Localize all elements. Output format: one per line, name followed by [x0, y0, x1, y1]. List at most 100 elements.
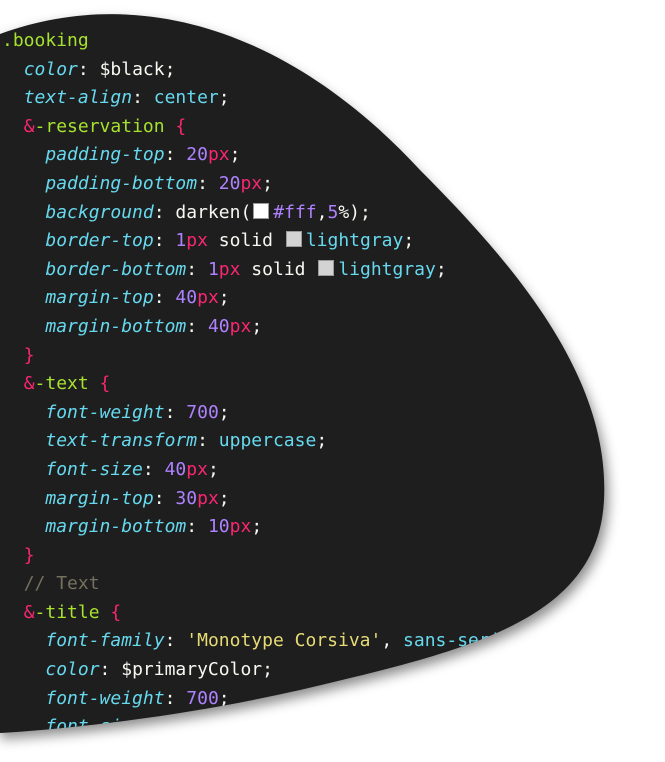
- code-token: px: [229, 315, 252, 337]
- code-token: color: [45, 659, 100, 681]
- code-token: font-weight: [45, 687, 165, 709]
- code-token: 40: [207, 315, 230, 337]
- code-token: 1: [175, 230, 187, 252]
- code-token: px: [218, 258, 241, 280]
- code-token: 30: [175, 487, 198, 509]
- code-token: px: [197, 287, 219, 309]
- code-line: font-weight: 700;: [2, 399, 522, 428]
- code-line: font-size: 40px;: [2, 456, 522, 485]
- code-token: :: [197, 430, 219, 452]
- code-token: // Text: [23, 573, 100, 595]
- code-token: center: [153, 87, 219, 109]
- code-token: }: [23, 344, 35, 366]
- code-token: text-align: [23, 87, 133, 109]
- code-token: -text: [34, 373, 89, 395]
- code-line: }: [2, 342, 522, 371]
- code-token: $primaryColor: [121, 659, 263, 681]
- code-token: ;: [218, 287, 230, 309]
- code-token: px: [229, 516, 252, 538]
- code-token: ,: [381, 630, 404, 652]
- code-token: ,: [316, 201, 328, 223]
- code-token: {: [99, 601, 122, 623]
- code-token: :: [153, 230, 176, 252]
- code-token: darken(: [175, 201, 252, 223]
- code-token: :: [197, 172, 219, 194]
- code-token: :: [186, 516, 208, 538]
- code-token: ;: [207, 458, 219, 480]
- code-token: :: [164, 401, 187, 423]
- code-token: 700: [186, 687, 219, 709]
- code-token: margin-bottom: [45, 315, 187, 337]
- code-line: margin-top: 30px;: [2, 485, 522, 514]
- code-token: color: [23, 58, 78, 80]
- code-line: margin-top: 40px;: [2, 284, 522, 313]
- code-token: font-size: [45, 458, 143, 480]
- code-token: }: [23, 544, 35, 566]
- code-token: border-bottom: [45, 258, 187, 280]
- code-line: border-bottom: 1px solid lightgray;: [2, 256, 522, 285]
- code-token: ;: [262, 659, 273, 681]
- code-token: solid: [207, 230, 284, 252]
- code-line: background: darken(#fff,5%);: [2, 199, 522, 228]
- code-token: &: [23, 373, 35, 395]
- code-token: :: [164, 144, 187, 166]
- code-token: margin-top: [45, 287, 154, 309]
- code-token: :: [153, 287, 176, 309]
- code-token: :: [153, 201, 176, 223]
- code-token: margin-top: [45, 487, 154, 509]
- code-token: px: [186, 230, 208, 252]
- code-token: 20: [186, 144, 208, 166]
- code-token: 10: [207, 516, 230, 538]
- code-line: margin-bottom: 10px;: [2, 513, 522, 542]
- color-swatch[interactable]: [253, 203, 269, 219]
- code-token: font-weight: [45, 401, 165, 423]
- code-token: ;: [316, 430, 328, 452]
- code-token: :: [164, 630, 187, 652]
- code-line: margin-bottom: 40px;: [2, 313, 522, 342]
- code-token: :: [142, 458, 165, 480]
- code-token: border-top: [45, 230, 154, 252]
- code-token: {: [164, 115, 187, 137]
- code-token: text-transform: [45, 430, 198, 452]
- code-token: 5: [327, 201, 339, 223]
- code-line: &-title {: [2, 599, 522, 628]
- code-token: :: [186, 315, 208, 337]
- code-token: ;: [218, 487, 230, 509]
- code-token: :: [186, 258, 208, 280]
- code-token: ;: [251, 315, 263, 337]
- code-token: &: [23, 601, 35, 623]
- code-token: &: [23, 115, 35, 137]
- code-token: 20: [218, 172, 241, 194]
- code-token: uppercase: [218, 430, 317, 452]
- code-token: px: [207, 144, 230, 166]
- code-token: :: [164, 687, 187, 709]
- screenshot-stage: .booking color: $black; text-align: cent…: [0, 0, 665, 762]
- color-swatch[interactable]: [318, 260, 334, 276]
- code-token: ;: [164, 58, 176, 80]
- color-swatch[interactable]: [286, 231, 302, 247]
- code-token: 40: [164, 458, 187, 480]
- code-line: }: [2, 542, 522, 571]
- code-line: border-top: 1px solid lightgray;: [2, 227, 522, 256]
- code-token: px: [240, 172, 263, 194]
- code-token: -title: [34, 601, 100, 623]
- code-token: :: [77, 58, 100, 80]
- code-line: font-family: 'Monotype Corsiva', sans-se…: [2, 627, 522, 656]
- code-token: 40: [175, 287, 198, 309]
